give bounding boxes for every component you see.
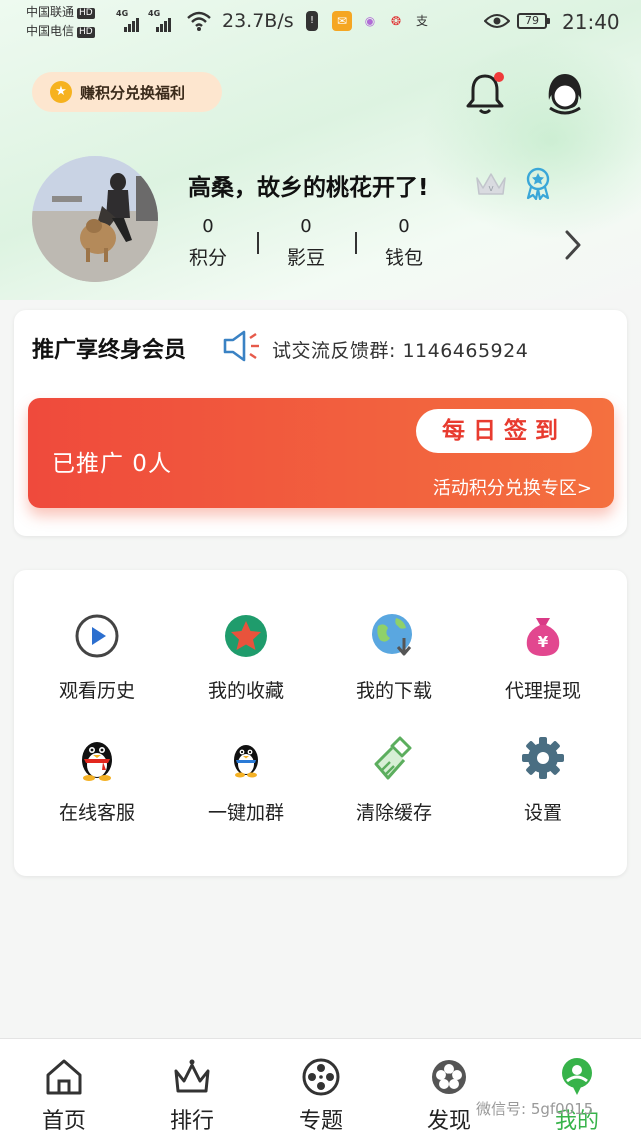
grid-label: 一键加群 [207,802,284,824]
mail-icon: ✉ [332,11,352,31]
promoted-count: 已推广 0人 [52,451,172,477]
stat-points-value: 0 [202,216,214,237]
bottom-nav: 首页 排行 专题 发现 我的 [0,1038,641,1141]
nav-mine[interactable]: 我的 [537,1057,617,1135]
globe-download-icon [372,614,412,656]
wechat-watermark: 微信号: 5gf0015 [476,1100,594,1118]
status-bar: 中国联通 HD 中国电信 HD 4G 4G 23.7B/s ! ✉ ◉ ❂ 支 79… [26,5,620,38]
nav-label: 排行 [169,1109,214,1134]
notification-dot [494,72,504,82]
alert-icon: ! [306,11,318,31]
promotion-banner: 已推广 0人 每日签到 活动积分兑换专区> [28,398,614,508]
flower-icon [432,1060,466,1094]
speaker-icon [223,330,259,362]
announcement-marquee[interactable]: 试交流反馈群: 1146465924 [272,336,528,363]
svg-text:¥: ¥ [538,633,549,651]
grid-label: 我的下载 [355,680,432,702]
stat-points-label: 积分 [188,247,227,269]
grid-item-withdraw[interactable]: ¥ 代理提现 [473,612,613,703]
wifi-icon [187,11,211,31]
gear-icon [522,737,564,779]
nav-topics[interactable]: 专题 [281,1057,361,1135]
grid-item-join-group[interactable]: 一键加群 [176,734,316,825]
home-icon [46,1059,82,1095]
earn-points-label: 赚积分兑换福利 [80,84,186,102]
nav-discover[interactable]: 发现 [409,1057,489,1135]
stat-wallet[interactable]: 0 钱包 [374,216,434,270]
stat-points[interactable]: 0 积分 [178,216,238,270]
grid-item-history[interactable]: 观看历史 [27,612,167,703]
stat-divider [257,232,259,254]
nav-label: 专题 [298,1109,343,1134]
penguin-icon [82,742,112,781]
grid-label: 设置 [523,802,562,824]
vip-crown-icon[interactable]: v [473,168,509,198]
medal-icon[interactable] [522,166,554,200]
carrier-1: 中国联通 HD [26,5,95,19]
star-icon [225,615,267,657]
grid-item-clear-cache[interactable]: 清除缓存 [324,734,464,825]
svg-text:v: v [488,184,494,194]
stat-wallet-value: 0 [398,216,410,237]
network-speed: 23.7B/s [222,10,294,32]
grid-item-favorites[interactable]: 我的收藏 [176,612,316,703]
support-agent-icon [548,74,582,115]
grid-item-settings[interactable]: 设置 [473,734,613,825]
points-exchange-link[interactable]: 活动积分兑换专区> [433,474,592,500]
nav-ranking[interactable]: 排行 [152,1057,232,1135]
eye-icon [484,14,510,28]
play-circle-icon [75,614,119,658]
grid-item-online-service[interactable]: 在线客服 [27,734,167,825]
grid-label: 我的收藏 [207,680,284,702]
username: 高桑，故乡的桃花开了! [188,175,429,201]
promo-title: 推广享终身会员 [32,338,187,363]
user-icon [562,1058,592,1095]
penguin-icon [234,745,258,778]
avatar-photo [32,156,158,282]
avatar[interactable] [32,156,158,282]
app-icon: ◉ [364,14,376,28]
grid-label: 清除缓存 [355,802,432,824]
stat-beans-label: 影豆 [286,247,325,269]
daily-checkin-button[interactable]: 每日签到 [416,409,592,453]
crown-icon [174,1059,210,1093]
money-bag-icon: ¥ [526,618,560,656]
alipay-icon: 支 [415,14,428,28]
film-reel-icon [302,1058,340,1096]
grid-label: 代理提现 [504,680,581,702]
weibo-icon: ❂ [390,14,402,28]
notification-button[interactable] [462,70,508,116]
clock: 21:40 [562,10,620,34]
battery-icon: 79 [517,13,550,29]
stat-beans[interactable]: 0 影豆 [276,216,336,270]
stat-divider [355,232,357,254]
nav-home[interactable]: 首页 [24,1057,104,1135]
grid-item-downloads[interactable]: 我的下载 [324,612,464,703]
coin-icon: ★ [50,81,72,103]
stat-wallet-label: 钱包 [384,247,423,269]
grid-label: 在线客服 [58,802,135,824]
grid-label: 观看历史 [58,680,135,702]
carrier-2: 中国电信 HD [26,24,95,38]
chevron-right-icon[interactable] [560,228,586,262]
stat-beans-value: 0 [300,216,312,237]
nav-label: 首页 [41,1109,86,1134]
broom-icon [374,736,412,780]
customer-service-button[interactable] [542,70,588,116]
earn-points-button[interactable]: ★ 赚积分兑换福利 [32,72,222,112]
